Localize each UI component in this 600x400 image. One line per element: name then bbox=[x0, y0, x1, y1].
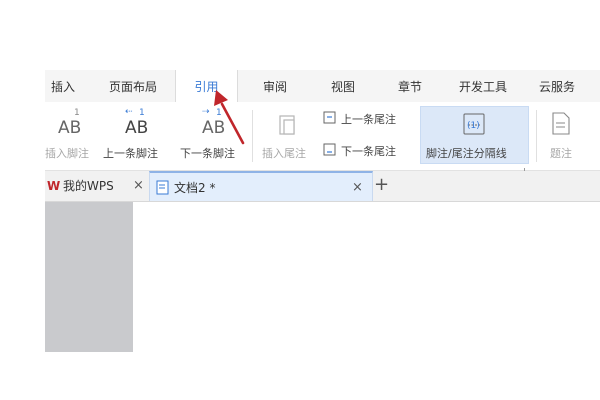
tab-page-layout[interactable]: 页面布局 bbox=[103, 70, 163, 102]
next-footnote-button[interactable]: ⇢ 1 AB 下一条脚注 bbox=[177, 102, 249, 168]
document-icon bbox=[156, 180, 169, 195]
caption-icon bbox=[552, 112, 570, 135]
insert-endnote-label: 插入尾注 bbox=[262, 147, 306, 160]
prev-endnote-label: 上一条尾注 bbox=[341, 113, 396, 126]
left-navigation-pane bbox=[45, 202, 133, 352]
tab-insert[interactable]: 插入 bbox=[45, 70, 81, 102]
document-workspace[interactable] bbox=[45, 202, 600, 352]
tab-my-wps-label: 我的WPS bbox=[63, 179, 114, 193]
ribbon-references: 1 AB 插入脚注 ⇠ 1 AB 上一条脚注 ⇢ 1 AB 下一条脚注 插入尾注 bbox=[45, 102, 600, 171]
left-arrow-icon: ⇠ bbox=[125, 107, 133, 117]
insert-endnote-button[interactable]: 插入尾注 bbox=[258, 102, 316, 168]
new-tab-plus-icon[interactable]: + bbox=[374, 171, 389, 199]
tab-review[interactable]: 审阅 bbox=[257, 70, 293, 102]
prev-footnote-icon: AB bbox=[125, 118, 149, 138]
prev-footnote-button[interactable]: ⇠ 1 AB 上一条脚注 bbox=[101, 102, 171, 168]
next-endnote-label: 下一条尾注 bbox=[341, 145, 396, 158]
next-footnote-icon: AB bbox=[202, 118, 226, 138]
tab-cloud-service[interactable]: 云服务 bbox=[533, 70, 581, 102]
insert-footnote-icon: AB bbox=[58, 118, 82, 138]
prev-endnote-icon bbox=[323, 111, 336, 124]
tab-document2-label: 文档2 * bbox=[174, 181, 216, 195]
document-tab-bar: W 我的WPS × 文档2 * × + bbox=[45, 171, 600, 202]
menu-bar: 插入 页面布局 引用 审阅 视图 章节 开发工具 云服务 bbox=[45, 70, 600, 102]
footnote-separator-button[interactable]: (1) 脚注/尾注分隔线 bbox=[420, 106, 529, 164]
close-icon[interactable]: × bbox=[352, 173, 363, 203]
next-endnote-icon bbox=[323, 143, 336, 156]
next-endnote-button[interactable]: 下一条尾注 bbox=[323, 142, 415, 160]
wps-logo-icon: W bbox=[47, 179, 61, 193]
caption-button[interactable]: 题注 bbox=[542, 102, 600, 168]
ribbon-divider bbox=[536, 110, 537, 162]
footnote-separator-label: 脚注/尾注分隔线 bbox=[426, 147, 507, 160]
separator-icon-text: (1) bbox=[467, 121, 480, 131]
prev-endnote-button[interactable]: 上一条尾注 bbox=[323, 110, 415, 128]
tab-developer-tools[interactable]: 开发工具 bbox=[453, 70, 513, 102]
prev-footnote-label: 上一条脚注 bbox=[103, 147, 158, 160]
tab-references[interactable]: 引用 bbox=[175, 70, 238, 102]
footnote-sup: 1 bbox=[216, 108, 222, 118]
insert-footnote-button[interactable]: 1 AB 插入脚注 bbox=[45, 102, 97, 168]
close-icon[interactable]: × bbox=[133, 171, 144, 201]
right-arrow-icon: ⇢ bbox=[202, 107, 210, 117]
footnote-sup: 1 bbox=[139, 108, 145, 118]
insert-endnote-icon bbox=[279, 115, 295, 135]
footnote-sup: 1 bbox=[74, 108, 80, 118]
tab-document2[interactable]: 文档2 * × bbox=[149, 171, 373, 201]
ribbon-divider bbox=[252, 110, 253, 162]
insert-footnote-label: 插入脚注 bbox=[45, 147, 89, 160]
tab-chapter[interactable]: 章节 bbox=[392, 70, 428, 102]
wps-window: 插入 页面布局 引用 审阅 视图 章节 开发工具 云服务 1 AB 插入脚注 ⇠… bbox=[45, 70, 600, 352]
tab-my-wps[interactable]: W 我的WPS × bbox=[45, 171, 149, 201]
tab-view[interactable]: 视图 bbox=[325, 70, 361, 102]
next-footnote-label: 下一条脚注 bbox=[180, 147, 235, 160]
caption-label: 题注 bbox=[550, 147, 572, 160]
